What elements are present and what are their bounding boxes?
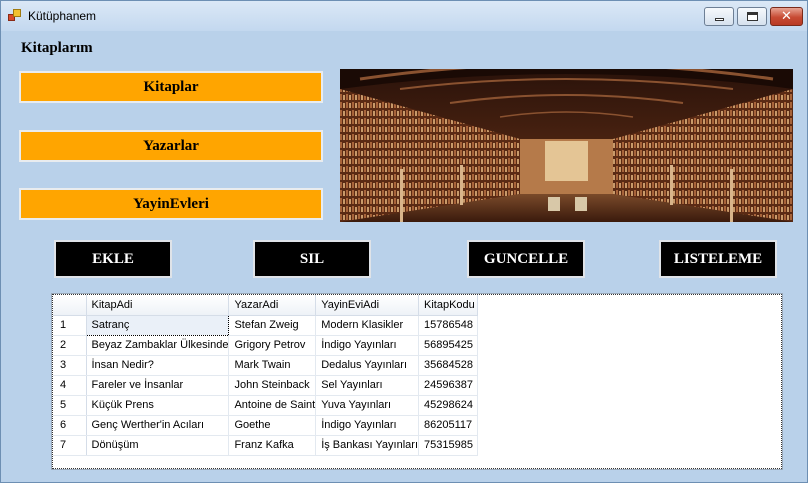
cell-yayineviadi[interactable]: Modern Klasikler [315,315,419,336]
row-header-corner[interactable] [53,295,87,316]
cell-yazaradi[interactable]: Goethe [228,415,317,436]
form-client-area: Kitaplarım Kitaplar Yazarlar YayinEvleri [5,31,803,480]
cell-kitapadi[interactable]: Fareler ve İnsanlar [86,375,230,396]
cell-kitapkodu[interactable]: 56895425 [418,335,478,356]
cell-yayineviadi[interactable]: İş Bankası Yayınları [315,435,419,456]
cell-kitapadi[interactable]: Satranç [85,314,230,336]
maximize-icon [747,12,758,21]
table-row[interactable]: 7 Dönüşüm Franz Kafka İş Bankası Yayınla… [53,435,478,456]
row-number[interactable]: 2 [53,335,87,356]
cell-yazaradi[interactable]: Mark Twain [228,355,317,376]
cell-yayineviadi[interactable]: Sel Yayınları [315,375,419,396]
ekle-button[interactable]: EKLE [54,240,172,278]
cell-yazaradi[interactable]: Antoine de Saint [228,395,317,416]
cell-kitapkodu[interactable]: 15786548 [418,315,478,336]
cell-kitapadi[interactable]: Dönüşüm [86,435,230,456]
row-number[interactable]: 7 [53,435,87,456]
cell-kitapkodu[interactable]: 45298624 [418,395,478,416]
table-row[interactable]: 2 Beyaz Zambaklar Ülkesinde Grigory Petr… [53,335,478,356]
cell-kitapkodu[interactable]: 35684528 [418,355,478,376]
cell-kitapkodu[interactable]: 24596387 [418,375,478,396]
cell-yayineviadi[interactable]: Yuva Yayınları [315,395,419,416]
cell-yayineviadi[interactable]: Dedalus Yayınları [315,355,419,376]
cell-yazaradi[interactable]: Grigory Petrov [228,335,317,356]
minimize-button[interactable] [704,7,734,26]
row-number[interactable]: 5 [53,395,87,416]
cell-kitapkodu[interactable]: 86205117 [418,415,478,436]
library-banner-image [340,69,793,222]
cell-yazaradi[interactable]: Franz Kafka [228,435,317,456]
row-number[interactable]: 4 [53,375,87,396]
column-header-yayineviadi[interactable]: YayinEviAdi [315,295,419,316]
column-header-yazaradi[interactable]: YazarAdi [228,295,317,316]
page-title: Kitaplarım [21,40,93,56]
library-hall-illustration [340,69,793,222]
cell-kitapadi[interactable]: Küçük Prens [86,395,230,416]
listeleme-button[interactable]: LISTELEME [659,240,777,278]
window-title: Kütüphanem [28,9,97,23]
cell-yazaradi[interactable]: Stefan Zweig [228,315,317,336]
sil-button[interactable]: SIL [253,240,371,278]
cell-yayineviadi[interactable]: İndigo Yayınları [315,415,419,436]
cell-kitapadi[interactable]: Genç Werther'in Acıları [86,415,230,436]
guncelle-button[interactable]: GUNCELLE [467,240,585,278]
close-icon: ✕ [781,9,792,24]
column-header-kitapkodu[interactable]: KitapKodu [418,295,478,316]
table-row[interactable]: 5 Küçük Prens Antoine de Saint Yuva Yayı… [53,395,478,416]
table-row[interactable]: 3 İnsan Nedir? Mark Twain Dedalus Yayınl… [53,355,478,376]
cell-kitapadi[interactable]: Beyaz Zambaklar Ülkesinde [86,335,230,356]
cell-yazaradi[interactable]: John Steinback [228,375,317,396]
table-row[interactable]: 1 Satranç Stefan Zweig Modern Klasikler … [53,314,478,336]
yazarlar-button[interactable]: Yazarlar [19,130,323,162]
cell-kitapkodu[interactable]: 75315985 [418,435,478,456]
row-number[interactable]: 6 [53,415,87,436]
table-row[interactable]: 4 Fareler ve İnsanlar John Steinback Sel… [53,375,478,396]
title-bar[interactable]: Kütüphanem ✕ [1,1,807,31]
row-number[interactable]: 3 [53,355,87,376]
table-row[interactable]: 6 Genç Werther'in Acıları Goethe İndigo … [53,415,478,436]
main-window: Kütüphanem ✕ Kitaplarım Kitaplar Yazarla… [0,0,808,483]
maximize-button[interactable] [737,7,767,26]
close-button[interactable]: ✕ [770,7,803,26]
yayinevleri-button[interactable]: YayinEvleri [19,188,323,220]
table-header-row: KitapAdi YazarAdi YayinEviAdi KitapKodu [53,295,478,316]
row-number[interactable]: 1 [53,315,87,336]
cell-kitapadi[interactable]: İnsan Nedir? [86,355,230,376]
column-header-kitapadi[interactable]: KitapAdi [86,295,230,316]
app-books-icon [8,9,22,22]
books-datagrid[interactable]: KitapAdi YazarAdi YayinEviAdi KitapKodu … [51,293,783,470]
cell-yayineviadi[interactable]: İndigo Yayınları [315,335,419,356]
kitaplar-button[interactable]: Kitaplar [19,71,323,103]
books-table: KitapAdi YazarAdi YayinEviAdi KitapKodu … [53,295,478,456]
minimize-icon [715,18,724,21]
